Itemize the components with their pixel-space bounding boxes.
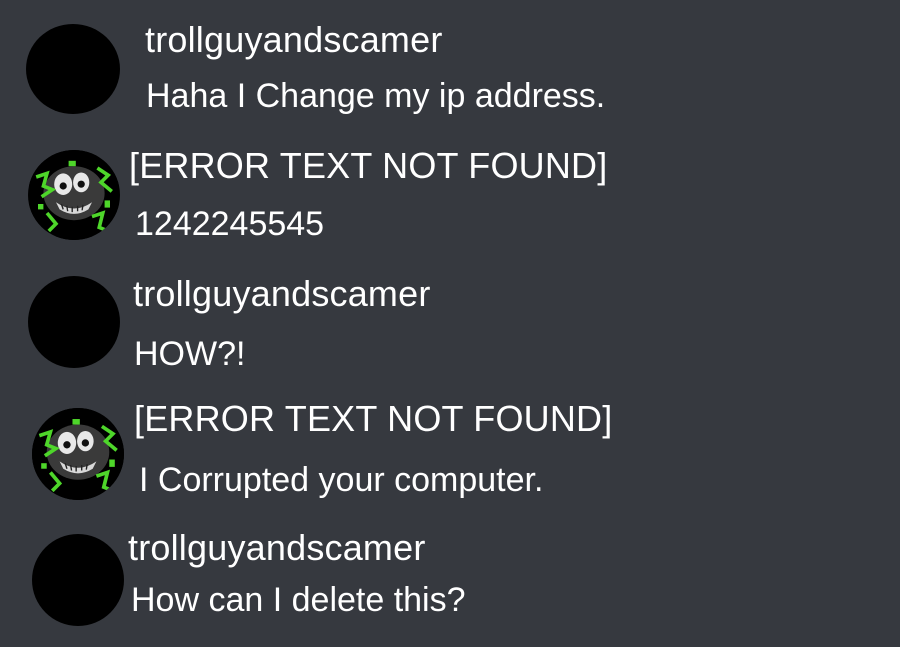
message-author[interactable]: [ERROR TEXT NOT FOUND]	[129, 146, 607, 186]
message-author[interactable]: trollguyandscamer	[128, 528, 426, 568]
message-text: I Corrupted your computer.	[139, 461, 544, 499]
message-author[interactable]: trollguyandscamer	[133, 274, 431, 314]
message-text: How can I delete this?	[131, 581, 466, 619]
glitched-creature-icon	[32, 408, 124, 500]
glitched-creature-avatar[interactable]	[32, 408, 124, 500]
chat-log: trollguyandscamer Haha I Change my ip ad…	[0, 0, 900, 647]
message-item: trollguyandscamer How can I delete this?	[0, 0, 900, 626]
glitched-creature-icon	[29, 150, 119, 240]
glitched-creature-avatar[interactable]	[28, 150, 120, 240]
message-text: HOW?!	[134, 335, 246, 373]
black-circle-avatar[interactable]	[28, 276, 120, 368]
message-author[interactable]: [ERROR TEXT NOT FOUND]	[134, 399, 612, 439]
black-circle-avatar[interactable]	[32, 534, 124, 626]
message-text: 1242245545	[135, 205, 325, 243]
